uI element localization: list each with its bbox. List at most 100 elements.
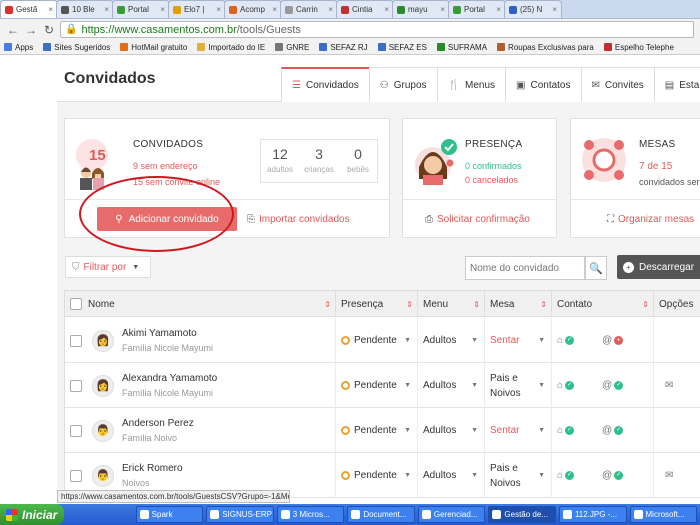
col-presenca[interactable]: Presença ⇕ (335, 291, 417, 317)
filter-dropdown[interactable]: ⛉ Filtrar por ▼ (65, 256, 151, 278)
bookmark-item[interactable]: SEFAZ RJ (319, 43, 368, 52)
browser-tab-label: Elo7 | (184, 5, 205, 14)
confirmed-link[interactable]: 0 confirmados (465, 161, 522, 171)
bookmark-item[interactable]: Importado do IE (197, 43, 265, 52)
taskbar-item[interactable]: Gerenciad... (417, 506, 486, 523)
table-cell[interactable]: Adultos ▼ (417, 318, 484, 363)
url-field[interactable]: 🔒 https://www.casamentos.com.br/tools/Gu… (60, 21, 694, 38)
browser-tab[interactable]: (25) N × (504, 0, 562, 18)
table-cell[interactable]: Pendente ▼ (335, 363, 417, 408)
taskbar-item[interactable]: SIGNUS-ERP (206, 506, 274, 523)
bookmark-item[interactable]: HotMail gratuito (120, 43, 187, 52)
sort-icon[interactable]: ⇕ (642, 300, 649, 309)
browser-tab[interactable]: Acomp × (224, 0, 282, 18)
sort-icon[interactable]: ⇕ (473, 300, 480, 309)
sort-icon[interactable]: ⇕ (540, 300, 547, 309)
bookmark-item[interactable]: SEFAZ ES (377, 43, 427, 52)
check-icon: ✓ (614, 471, 624, 480)
table-cell[interactable]: Adultos ▼ (417, 453, 484, 498)
taskbar-item[interactable]: Microsoft... (629, 506, 698, 523)
table-cell[interactable]: Pais e Noivos ▼ (484, 363, 551, 408)
bookmark-icon (603, 43, 612, 51)
envelope-icon[interactable]: ✉ (665, 470, 673, 481)
taskbar-item[interactable]: Document... (347, 506, 415, 523)
organize-tables-link[interactable]: ⛶ Organizar mesas (607, 214, 694, 225)
close-icon[interactable]: × (160, 5, 165, 14)
reload-icon[interactable]: ↻ (42, 23, 56, 37)
taskbar-item[interactable]: Gestão de... (488, 506, 556, 523)
col-menu[interactable]: Menu ⇕ (417, 291, 484, 317)
table-cell[interactable]: Pais e Noivos ▼ (484, 453, 551, 498)
col-mesa[interactable]: Mesa ⇕ (484, 291, 551, 317)
forward-arrow-icon[interactable]: → (24, 23, 38, 37)
browser-tab[interactable]: Gestã × (0, 0, 58, 18)
row-checkbox[interactable] (70, 424, 82, 437)
select-all-checkbox[interactable] (70, 298, 82, 310)
table-cell[interactable]: Sentar ▼ (484, 318, 551, 363)
no-address-link[interactable]: 9 sem endereço (133, 161, 198, 171)
table-cell[interactable]: Adultos ▼ (417, 363, 484, 408)
close-icon[interactable]: × (328, 5, 333, 14)
taskbar-item[interactable]: Spark (135, 506, 204, 523)
close-icon[interactable]: × (552, 5, 557, 14)
tab-convites[interactable]: ✉ Convites (580, 67, 655, 102)
taskbar-item[interactable]: 112.JPG -... (558, 506, 627, 523)
browser-tab[interactable]: Portal × (112, 0, 170, 18)
table-row[interactable]: 👩 Alexandra Yamamoto Família Nicole Mayumi… (65, 363, 700, 408)
browser-tab[interactable]: Cintia × (336, 0, 394, 18)
bookmark-icon (43, 43, 52, 51)
row-checkbox[interactable] (70, 334, 82, 347)
row-checkbox[interactable] (70, 379, 82, 392)
guest-name[interactable]: Erick Romero (122, 463, 183, 474)
back-arrow-icon[interactable]: ← (6, 23, 20, 37)
close-icon[interactable]: × (272, 5, 277, 14)
bookmark-item[interactable]: GNRE (275, 43, 309, 52)
table-cell (653, 408, 700, 453)
tab-contatos[interactable]: ▣ Contatos (505, 67, 582, 102)
bookmark-item[interactable]: Roupas Exclusivas para (497, 43, 594, 52)
table-cell[interactable]: Pendente ▼ (335, 453, 417, 498)
close-icon[interactable]: × (440, 5, 445, 14)
table-cell[interactable]: Adultos ▼ (417, 408, 484, 453)
tab-menus[interactable]: 🍴 Menus (436, 67, 507, 102)
close-icon[interactable]: × (216, 5, 221, 14)
browser-tab[interactable]: Portal × (448, 0, 506, 18)
bookmark-item[interactable]: Sites Sugeridos (43, 43, 110, 52)
table-cell[interactable]: Pendente ▼ (335, 318, 417, 363)
col-nome[interactable]: Nome ⇕ (65, 291, 335, 317)
close-icon[interactable]: × (496, 5, 501, 14)
guest-name[interactable]: Alexandra Yamamoto (122, 373, 217, 384)
table-row[interactable]: 👩 Akimi Yamamoto Família Nicole Mayumi Pend… (65, 318, 700, 363)
browser-tab[interactable]: mayu × (392, 0, 450, 18)
table-cell[interactable]: Pendente ▼ (335, 408, 417, 453)
request-confirmation-link[interactable]: ⎙ Solicitar confirmação (425, 214, 530, 225)
bookmark-item[interactable]: Apps (4, 43, 33, 52)
taskbar-item[interactable]: 3 Micros... (276, 506, 345, 523)
close-icon[interactable]: × (384, 5, 389, 14)
guest-search-input[interactable] (465, 256, 585, 280)
table-row[interactable]: 👨 Anderson Perez Família Noivo Pendente ▼ Adu… (65, 408, 700, 453)
guest-name[interactable]: Akimi Yamamoto (122, 328, 213, 339)
sort-icon[interactable]: ⇕ (324, 300, 331, 309)
tab-convidados[interactable]: ☰ Convidados (281, 67, 370, 102)
search-button[interactable]: 🔍 (585, 256, 607, 280)
bookmark-item[interactable]: SUFRAMA (436, 43, 487, 52)
download-button[interactable]: + Descarregar (617, 255, 700, 279)
start-button[interactable]: Iniciar (0, 504, 64, 525)
table-cell[interactable]: Sentar ▼ (484, 408, 551, 453)
envelope-icon[interactable]: ✉ (665, 380, 673, 391)
bookmark-item[interactable]: Espelho Telephe (603, 43, 674, 52)
cancelled-link[interactable]: 0 cancelados (465, 175, 518, 185)
close-icon[interactable]: × (48, 5, 53, 14)
browser-tab[interactable]: Elo7 | × (168, 0, 226, 18)
tab-esta[interactable]: ▤ Esta (653, 67, 700, 102)
close-icon[interactable]: × (104, 5, 109, 14)
sort-icon[interactable]: ⇕ (406, 300, 413, 309)
row-checkbox[interactable] (70, 469, 82, 482)
import-guests-link[interactable]: ⎘ Importar convidados (247, 214, 350, 225)
tab-grupos[interactable]: ⚇ Grupos (368, 67, 438, 102)
col-contato[interactable]: Contato ⇕ (551, 291, 653, 317)
browser-tab[interactable]: Carrin × (280, 0, 338, 18)
browser-tab[interactable]: 10 Ble × (56, 0, 114, 18)
guest-name[interactable]: Anderson Perez (122, 418, 194, 429)
